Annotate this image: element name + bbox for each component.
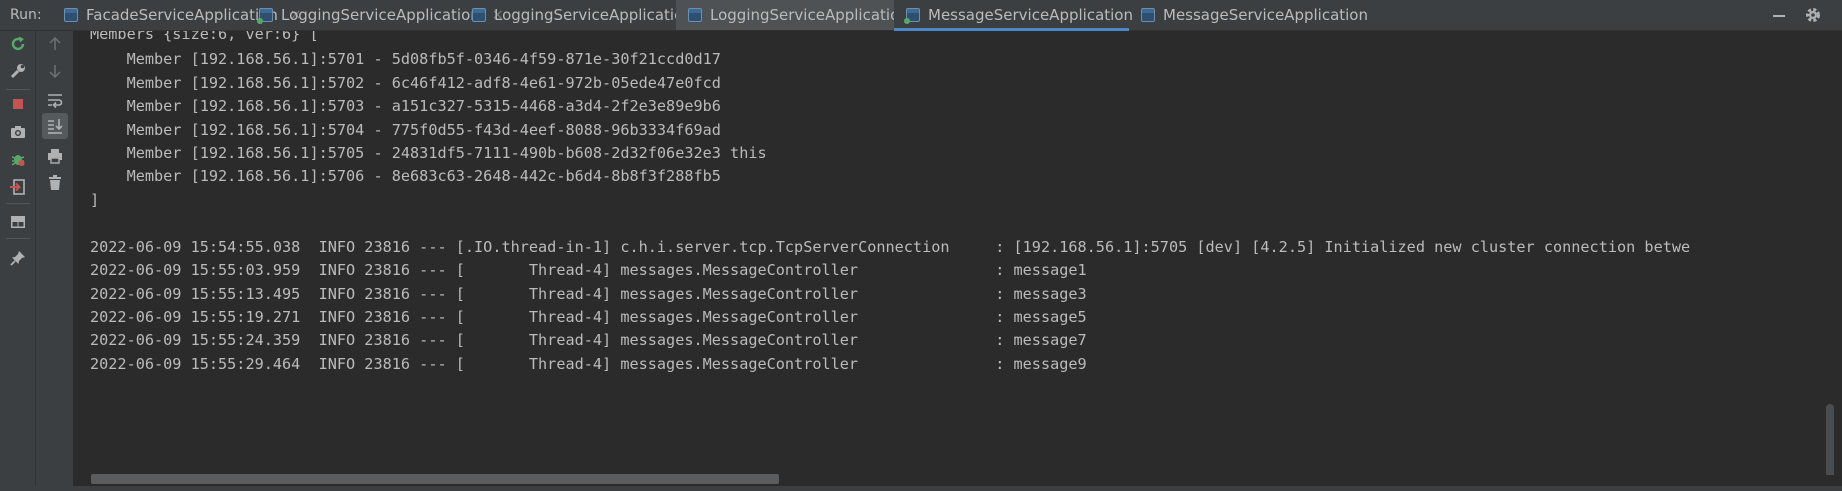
console-line: Member [192.168.56.1]:5704 - 775f0d55-f4… (90, 121, 721, 139)
console-line: Member [192.168.56.1]:5702 - 6c46f412-ad… (90, 74, 721, 92)
settings-gear-icon[interactable] (1800, 2, 1826, 28)
console-line: Member [192.168.56.1]:5701 - 5d08fb5f-03… (90, 50, 721, 68)
tab-logging-service-1[interactable]: LoggingServiceApplication × (247, 0, 504, 30)
console-line: ] (90, 191, 100, 209)
run-label: Run: (10, 7, 42, 23)
scroll-to-end-icon[interactable] (42, 113, 68, 139)
console-line: 2022-06-09 15:54:55.038 INFO 23816 --- [… (90, 238, 1691, 256)
console-line: 2022-06-09 15:55:13.495 INFO 23816 --- [… (90, 285, 1087, 303)
tab-label: MessageServiceApplication (1163, 6, 1368, 24)
application-running-icon (904, 8, 920, 24)
rerun-icon[interactable] (5, 31, 31, 57)
tab-logging-service-3[interactable]: LoggingServiceApplication × (676, 0, 933, 30)
console-line: Member [192.168.56.1]:5706 - 8e683c63-26… (90, 167, 721, 185)
minimize-icon[interactable] (1764, 2, 1794, 28)
console-line: Member [192.168.56.1]:5705 - 24831df5-71… (90, 144, 767, 162)
run-tab-bar: Run: FacadeServiceApplication × LoggingS… (0, 0, 1842, 31)
application-icon (688, 8, 702, 22)
console-line: Member [192.168.56.1]:5703 - a151c327-53… (90, 97, 721, 115)
soft-wrap-icon[interactable] (42, 87, 68, 113)
console-line: 2022-06-09 15:55:19.271 INFO 23816 --- [… (90, 308, 1087, 326)
pin-icon[interactable] (5, 245, 31, 271)
console-output[interactable]: Members {size:6, ver:6} [ Member [192.16… (74, 31, 1842, 478)
console-line: 2022-06-09 15:55:29.464 INFO 23816 --- [… (90, 355, 1087, 373)
application-icon (472, 8, 486, 22)
tab-logging-service-2[interactable]: LoggingServiceApplication × (460, 0, 717, 30)
console-line: 2022-06-09 15:55:03.959 INFO 23816 --- [… (90, 261, 1087, 279)
horizontal-scrollbar[interactable] (91, 474, 779, 484)
trash-icon[interactable] (42, 170, 68, 196)
tab-message-service-2[interactable]: MessageServiceApplication (1129, 0, 1368, 30)
arrow-down-icon[interactable] (42, 58, 68, 84)
tab-label: LoggingServiceApplication (494, 6, 693, 24)
console-toolbar (36, 31, 74, 491)
vertical-scrollbar[interactable] (1826, 404, 1834, 478)
debug-bug-icon[interactable] (5, 146, 31, 172)
print-icon[interactable] (42, 143, 68, 169)
run-action-toolbar (0, 31, 36, 491)
tab-label: LoggingServiceApplication (281, 6, 480, 24)
console-line: 2022-06-09 15:55:24.359 INFO 23816 --- [… (90, 331, 1087, 349)
layout-icon[interactable] (5, 209, 31, 235)
application-icon (1141, 8, 1155, 22)
tab-label: MessageServiceApplication (928, 6, 1133, 24)
console-line: Members {size:6, ver:6} [ (90, 31, 319, 43)
stop-icon[interactable] (5, 91, 31, 117)
tab-label: LoggingServiceApplication (710, 6, 909, 24)
wrench-icon[interactable] (5, 58, 31, 84)
tab-message-service-1[interactable]: MessageServiceApplication × (894, 0, 1157, 31)
application-running-icon (257, 8, 273, 24)
application-icon (64, 8, 78, 22)
arrow-up-icon[interactable] (42, 31, 68, 57)
bottom-border (0, 486, 1842, 491)
tab-facade-service[interactable]: FacadeServiceApplication × (52, 0, 302, 30)
login-icon[interactable] (5, 174, 31, 200)
camera-icon[interactable] (5, 119, 31, 145)
